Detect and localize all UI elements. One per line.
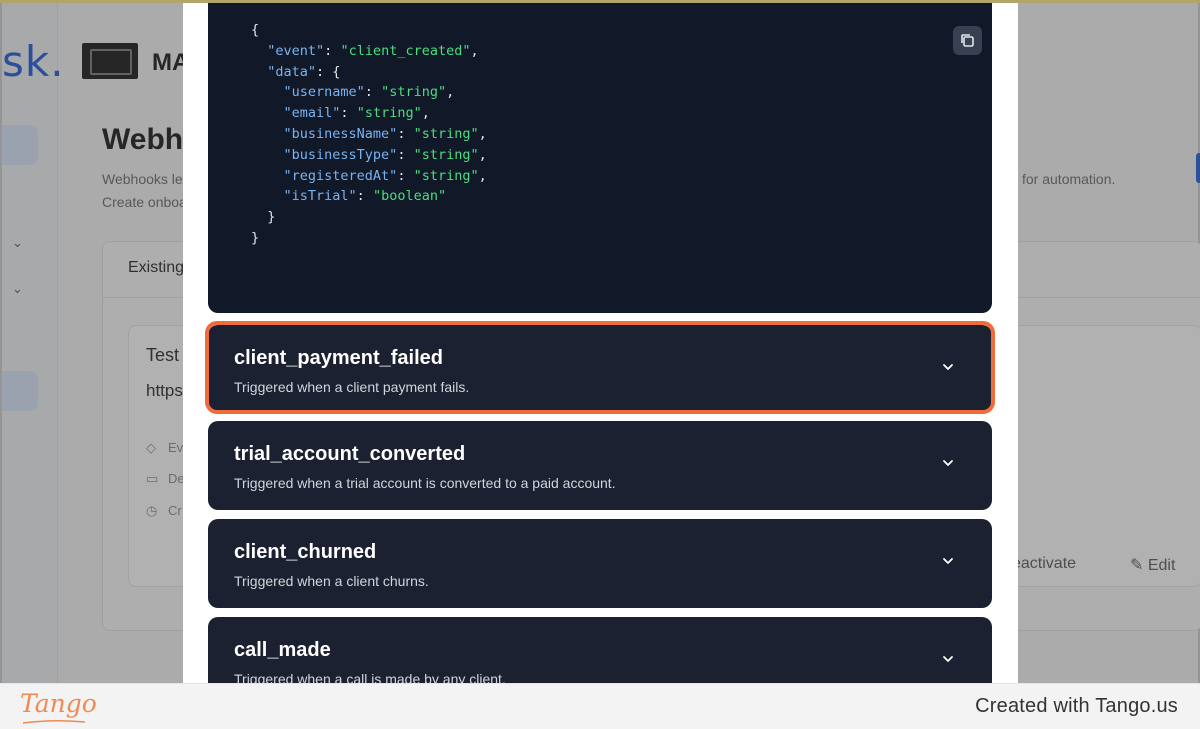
code-line: "businessName": "string", bbox=[251, 124, 487, 145]
code-line: "isTrial": "boolean" bbox=[251, 186, 487, 207]
created-with-text: Created with Tango.us bbox=[975, 695, 1178, 717]
json-punct: , bbox=[446, 84, 455, 101]
json-string: "client_created" bbox=[340, 42, 471, 59]
event-description: Triggered when a call is made by any cli… bbox=[234, 671, 506, 683]
json-key: "username" bbox=[283, 84, 365, 101]
json-punct: : bbox=[324, 42, 341, 59]
event-item-client-churned[interactable]: client_churned Triggered when a client c… bbox=[208, 519, 992, 608]
json-key: "email" bbox=[283, 105, 341, 122]
json-punct: , bbox=[478, 125, 487, 142]
tango-footer: Tango Created with Tango.us bbox=[0, 683, 1200, 729]
code-line: "email": "string", bbox=[251, 103, 487, 124]
code-line: } bbox=[251, 228, 487, 249]
code-line: "registeredAt": "string", bbox=[251, 166, 487, 187]
event-name: client_payment_failed bbox=[234, 347, 443, 369]
logo-swoosh-icon bbox=[22, 719, 86, 724]
event-description: Triggered when a client payment fails. bbox=[234, 379, 470, 395]
json-punct bbox=[251, 105, 284, 121]
event-name: client_churned bbox=[234, 541, 377, 563]
json-punct: : { bbox=[316, 63, 341, 80]
json-punct bbox=[251, 126, 284, 142]
event-item-client-payment-failed[interactable]: client_payment_failed Triggered when a c… bbox=[208, 325, 992, 414]
code-line: "event": "client_created", bbox=[251, 41, 487, 62]
json-key: "businessName" bbox=[283, 125, 398, 142]
json-punct: , bbox=[470, 42, 479, 59]
json-string: "string" bbox=[381, 84, 447, 101]
json-string: "string" bbox=[413, 125, 479, 142]
json-punct: , bbox=[478, 146, 487, 163]
chevron-down-icon[interactable] bbox=[940, 553, 956, 569]
copy-icon bbox=[961, 34, 974, 47]
event-name: call_made bbox=[234, 639, 331, 661]
json-key: "isTrial" bbox=[283, 188, 357, 205]
event-types-modal: { "event": "client_created", "data": { "… bbox=[183, 3, 1018, 683]
json-punct: } bbox=[251, 229, 260, 246]
event-item-call-made[interactable]: call_made Triggered when a call is made … bbox=[208, 617, 992, 683]
code-line: { bbox=[251, 20, 487, 41]
chevron-down-icon[interactable] bbox=[940, 455, 956, 471]
payload-code-block: { "event": "client_created", "data": { "… bbox=[208, 3, 992, 313]
chevron-down-icon[interactable] bbox=[940, 651, 956, 667]
json-punct: : bbox=[397, 146, 414, 163]
json-punct: : bbox=[397, 167, 414, 184]
screenshot-frame: sk. ⌄ ⌄ MA Webh Webhooks le Create onboa… bbox=[0, 0, 1200, 683]
json-punct: : bbox=[397, 125, 414, 142]
json-key: "data" bbox=[267, 63, 317, 80]
json-string: "boolean" bbox=[372, 188, 447, 205]
json-punct bbox=[251, 188, 284, 204]
json-punct: : bbox=[340, 105, 357, 122]
copy-button[interactable] bbox=[953, 26, 982, 55]
event-name: trial_account_converted bbox=[234, 443, 466, 465]
json-key: "event" bbox=[267, 42, 325, 59]
code-line: "username": "string", bbox=[251, 82, 487, 103]
json-punct: , bbox=[421, 105, 430, 122]
json-punct bbox=[251, 64, 267, 80]
event-item-trial-account-converted[interactable]: trial_account_converted Triggered when a… bbox=[208, 421, 992, 510]
json-punct bbox=[251, 84, 284, 100]
json-punct: : bbox=[364, 84, 382, 101]
json-punct: : bbox=[356, 188, 373, 205]
tango-logo[interactable]: Tango bbox=[20, 689, 97, 718]
json-string: "string" bbox=[413, 167, 479, 184]
event-description: Triggered when a trial account is conver… bbox=[234, 475, 616, 491]
code-line: "businessType": "string", bbox=[251, 145, 487, 166]
json-punct: { bbox=[251, 22, 260, 38]
json-key: "businessType" bbox=[283, 146, 398, 163]
json-punct bbox=[251, 147, 284, 163]
payload-json: { "event": "client_created", "data": { "… bbox=[251, 20, 487, 249]
chevron-down-icon[interactable] bbox=[940, 359, 956, 375]
json-punct bbox=[251, 168, 284, 184]
json-key: "registeredAt" bbox=[283, 167, 398, 184]
json-punct: , bbox=[478, 167, 487, 184]
code-line: "data": { bbox=[251, 62, 487, 83]
json-punct: } bbox=[251, 209, 276, 226]
code-line: } bbox=[251, 207, 487, 228]
json-string: "string" bbox=[356, 105, 422, 122]
json-punct bbox=[251, 43, 267, 59]
event-description: Triggered when a client churns. bbox=[234, 573, 429, 589]
json-string: "string" bbox=[413, 146, 479, 163]
